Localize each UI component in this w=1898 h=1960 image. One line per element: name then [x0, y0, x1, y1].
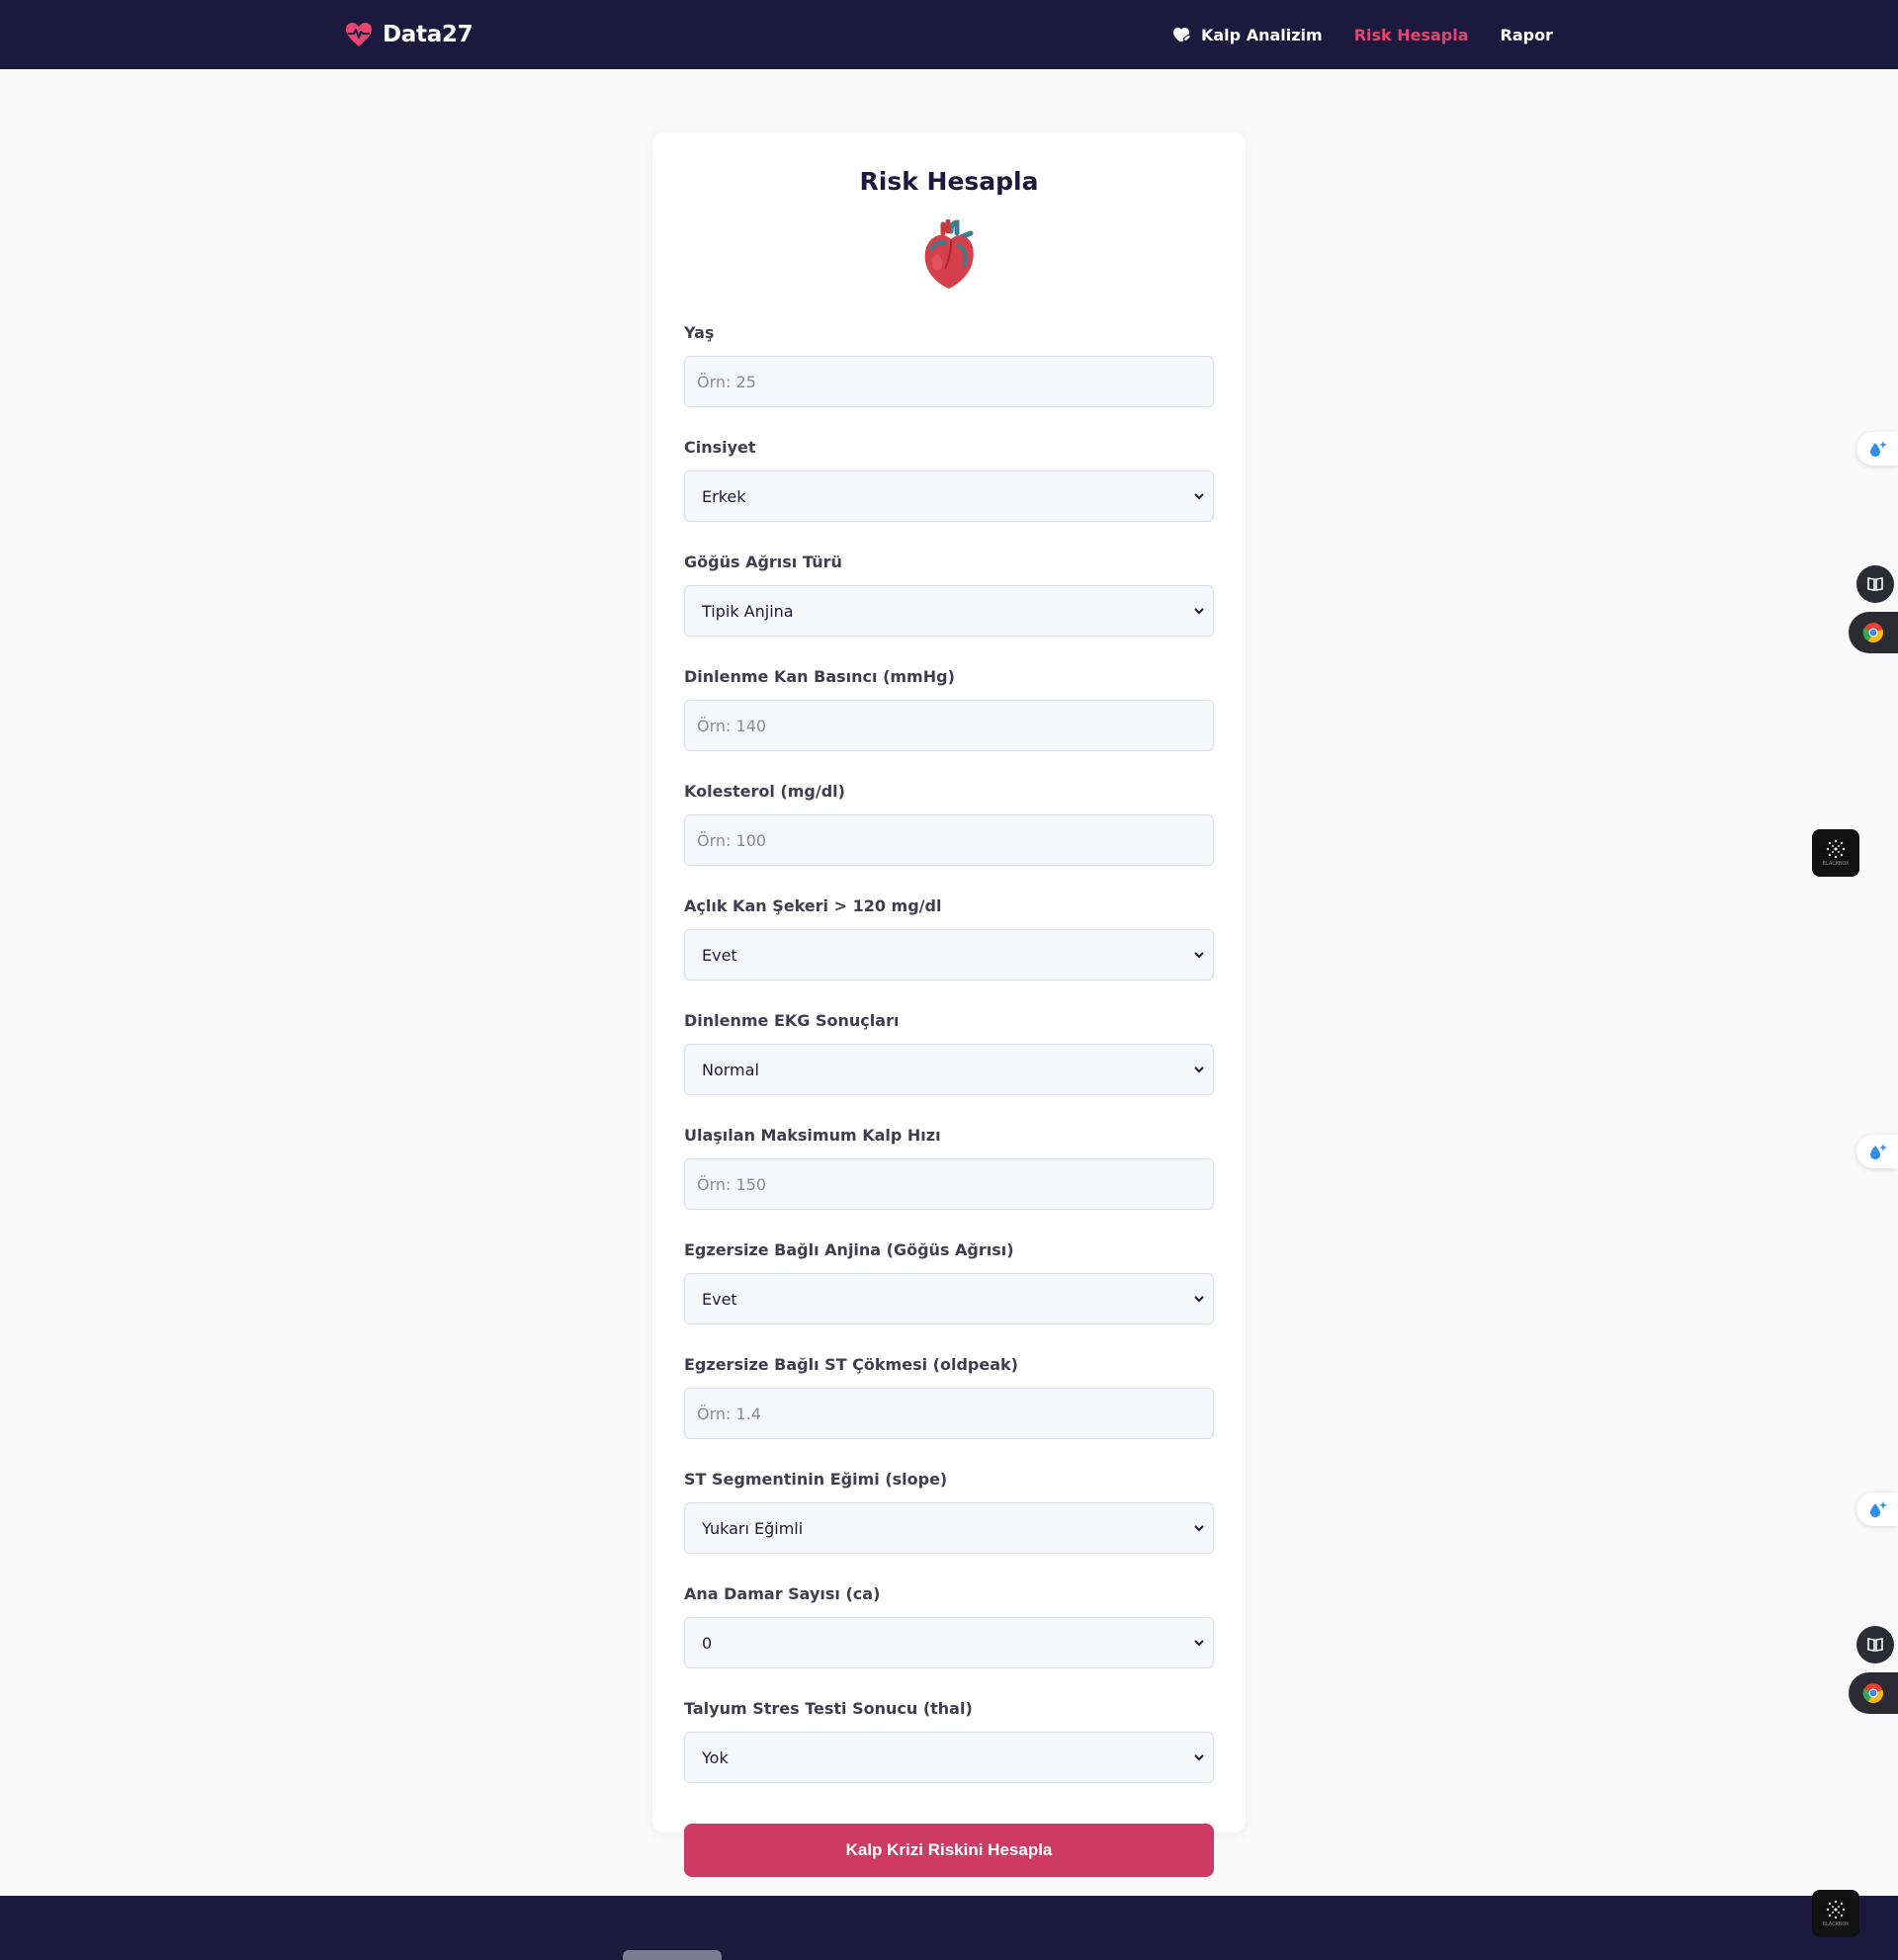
chrome-widget-2[interactable]	[1849, 1672, 1898, 1714]
top-navbar: Data27 Kalp Analizim Risk Hesapla Rapor	[0, 0, 1898, 69]
footer	[0, 1896, 1898, 1960]
thal-label: Talyum Stres Testi Sonucu (thal)	[684, 1699, 973, 1718]
field-sex: Cinsiyet Erkek	[684, 437, 1214, 522]
vessels-label: Ana Damar Sayısı (ca)	[684, 1584, 881, 1603]
fasting-sugar-select-value: Evet	[684, 929, 1214, 980]
sparkle-widget-2[interactable]	[1856, 1135, 1898, 1168]
anatomical-heart-icon	[924, 219, 974, 289]
nav-label: Risk Hesapla	[1353, 25, 1469, 44]
field-age: Yaş	[684, 322, 1214, 407]
rest-ecg-label: Dinlenme EKG Sonuçları	[684, 1011, 900, 1030]
blackbox-widget-1[interactable]: BLACKBOX	[1812, 829, 1859, 877]
resting-bp-label: Dinlenme Kan Basıncı (mmHg)	[684, 667, 955, 686]
vessels-select[interactable]: 0	[684, 1617, 1214, 1668]
nav-kalp-analizim[interactable]: Kalp Analizim	[1172, 26, 1323, 44]
blackbox-icon	[1826, 839, 1846, 859]
chrome-icon	[1862, 1683, 1883, 1703]
slope-select[interactable]: Yukarı Eğimli	[684, 1502, 1214, 1554]
brand-name: Data27	[383, 22, 474, 47]
field-chest-pain: Göğüs Ağrısı Türü Tipik Anjina	[684, 552, 1214, 637]
cholesterol-input[interactable]	[684, 814, 1214, 866]
field-max-heart-rate: Ulaşılan Maksimum Kalp Hızı	[684, 1125, 1214, 1210]
blackbox-icon	[1826, 1900, 1846, 1919]
sparkle-widget-3[interactable]	[1856, 1492, 1898, 1526]
thal-select-value: Yok	[684, 1732, 1214, 1783]
heart-pulse-icon	[346, 23, 372, 46]
resting-bp-input[interactable]	[684, 700, 1214, 751]
sex-select[interactable]: Erkek	[684, 470, 1214, 522]
sparkle-drop-icon	[1870, 1144, 1887, 1159]
blackbox-label: BLACKBOX	[1822, 861, 1850, 867]
nav-rapor[interactable]: Rapor	[1501, 26, 1553, 44]
footer-handle[interactable]	[623, 1950, 722, 1960]
calculate-risk-button[interactable]: Kalp Krizi Riskini Hesapla	[684, 1824, 1214, 1877]
main-nav: Kalp Analizim Risk Hesapla Rapor	[1172, 22, 1553, 47]
oldpeak-label: Egzersize Bağlı ST Çökmesi (oldpeak)	[684, 1355, 1018, 1374]
book-icon	[1867, 577, 1883, 591]
exercise-angina-select[interactable]: Evet	[684, 1273, 1214, 1324]
nav-label: Kalp Analizim	[1200, 25, 1323, 44]
oldpeak-input[interactable]	[684, 1388, 1214, 1439]
book-icon	[1867, 1638, 1883, 1652]
chrome-icon	[1862, 623, 1883, 642]
page-title: Risk Hesapla	[859, 167, 1039, 196]
sparkle-drop-icon	[1870, 441, 1887, 457]
brand[interactable]: Data27	[345, 18, 474, 51]
exercise-angina-label: Egzersize Bağlı Anjina (Göğüs Ağrısı)	[684, 1240, 1014, 1259]
cholesterol-label: Kolesterol (mg/dl)	[684, 782, 845, 801]
field-slope: ST Segmentinin Eğimi (slope) Yukarı Eğim…	[684, 1469, 1214, 1554]
max-heart-rate-label: Ulaşılan Maksimum Kalp Hızı	[684, 1126, 941, 1145]
field-rest-ecg: Dinlenme EKG Sonuçları Normal	[684, 1010, 1214, 1095]
max-heart-rate-input[interactable]	[684, 1158, 1214, 1210]
sparkle-drop-icon	[1870, 1501, 1887, 1517]
nav-risk-hesapla[interactable]: Risk Hesapla	[1354, 26, 1469, 44]
fasting-sugar-select[interactable]: Evet	[684, 929, 1214, 980]
chrome-widget[interactable]	[1849, 612, 1898, 653]
risk-form-card: Risk Hesapla Yaş Cinsiyet Erkek Göğüs Ağ…	[652, 132, 1246, 1877]
field-oldpeak: Egzersize Bağlı ST Çökmesi (oldpeak)	[684, 1354, 1214, 1439]
chest-pain-select-value: Tipik Anjina	[684, 585, 1214, 637]
thal-select[interactable]: Yok	[684, 1732, 1214, 1783]
sex-label: Cinsiyet	[684, 438, 756, 457]
field-thal: Talyum Stres Testi Sonucu (thal) Yok	[684, 1698, 1214, 1783]
fasting-sugar-label: Açlık Kan Şekeri > 120 mg/dl	[684, 896, 942, 915]
chest-pain-select[interactable]: Tipik Anjina	[684, 585, 1214, 637]
age-label: Yaş	[684, 323, 715, 342]
sparkle-widget-1[interactable]	[1856, 432, 1898, 466]
slope-label: ST Segmentinin Eğimi (slope)	[684, 1470, 948, 1489]
heart-hand-icon	[1172, 28, 1191, 43]
vessels-select-value: 0	[684, 1617, 1214, 1668]
reader-widget-2[interactable]	[1856, 1626, 1894, 1663]
field-exercise-angina: Egzersize Bağlı Anjina (Göğüs Ağrısı) Ev…	[684, 1239, 1214, 1324]
field-vessels: Ana Damar Sayısı (ca) 0	[684, 1583, 1214, 1668]
rest-ecg-select[interactable]: Normal	[684, 1044, 1214, 1095]
rest-ecg-select-value: Normal	[684, 1044, 1214, 1095]
sex-select-value: Erkek	[684, 470, 1214, 522]
chest-pain-label: Göğüs Ağrısı Türü	[684, 553, 842, 571]
slope-select-value: Yukarı Eğimli	[684, 1502, 1214, 1554]
blackbox-widget-2[interactable]: BLACKBOX	[1812, 1890, 1859, 1937]
exercise-angina-select-value: Evet	[684, 1273, 1214, 1324]
blackbox-label: BLACKBOX	[1822, 1921, 1850, 1927]
field-resting-bp: Dinlenme Kan Basıncı (mmHg)	[684, 666, 1214, 751]
nav-label: Rapor	[1500, 25, 1553, 44]
reader-widget[interactable]	[1856, 565, 1894, 603]
age-input[interactable]	[684, 356, 1214, 407]
field-cholesterol: Kolesterol (mg/dl)	[684, 781, 1214, 866]
field-fasting-sugar: Açlık Kan Şekeri > 120 mg/dl Evet	[684, 895, 1214, 980]
